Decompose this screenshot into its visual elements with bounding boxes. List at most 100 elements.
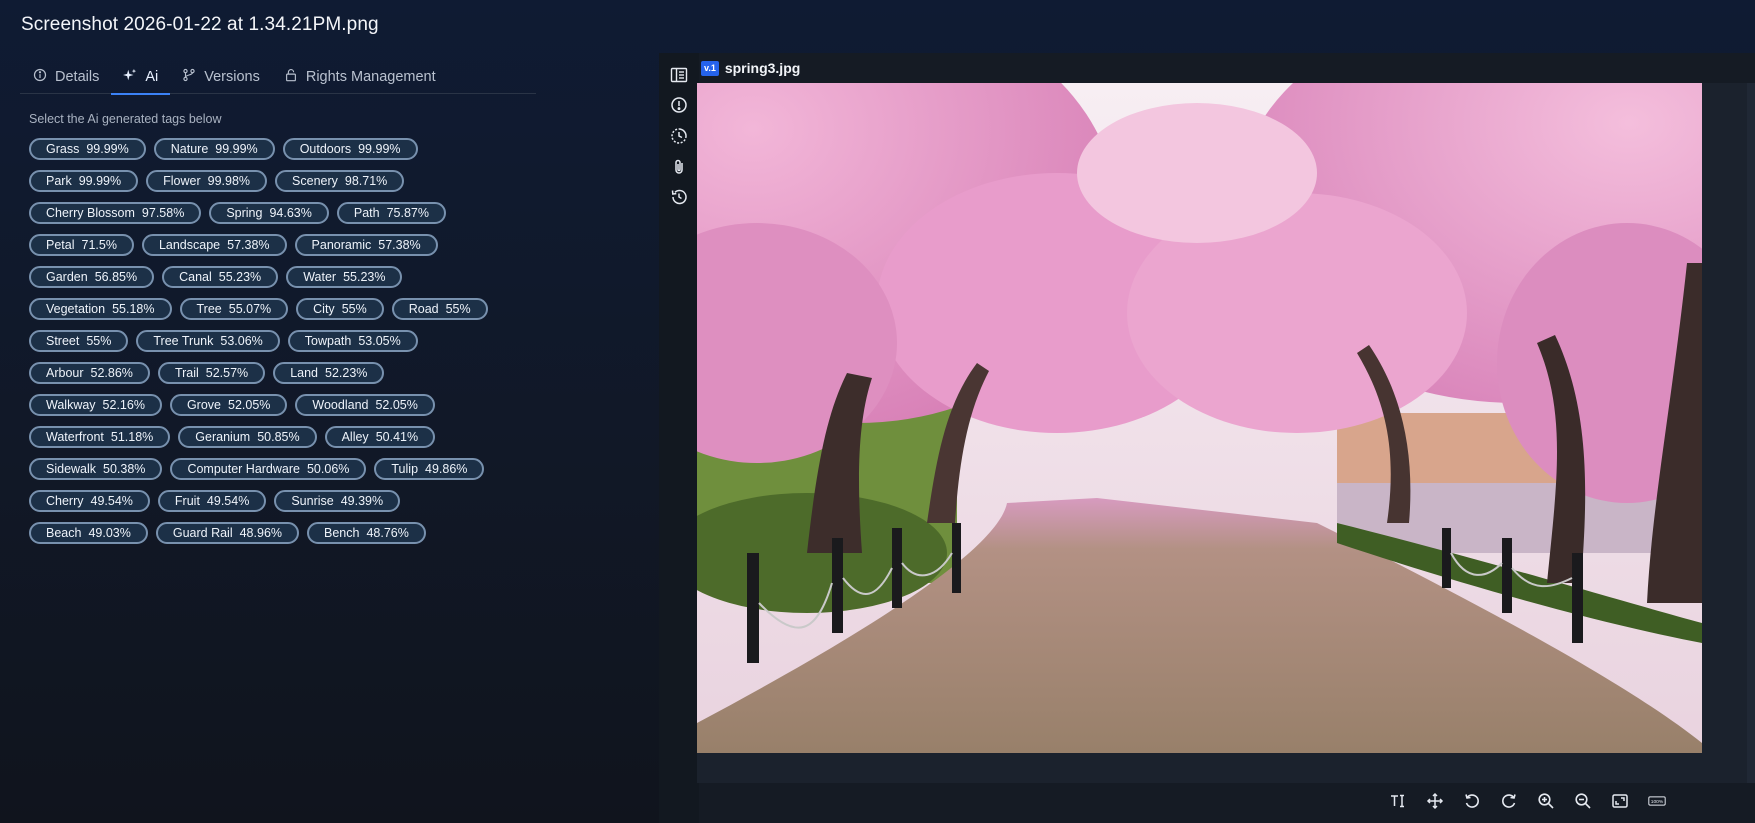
tag-confidence: 53.05% xyxy=(358,334,401,348)
tag-confidence: 49.86% xyxy=(425,462,468,476)
viewer-toolbar: 100% xyxy=(1386,789,1669,813)
ai-tag-chip[interactable]: Tulip 49.86% xyxy=(374,458,485,480)
rotate-left-icon[interactable] xyxy=(1460,789,1484,813)
tag-confidence: 49.03% xyxy=(88,526,131,540)
tag-label: Fruit xyxy=(174,494,200,508)
ai-tag-list: Grass 99.99% Nature 99.99% Outdoors 99.99% Par… xyxy=(29,138,509,554)
tag-label: Arbour xyxy=(46,366,84,380)
tag-confidence: 52.05% xyxy=(228,398,271,412)
tag-label: City xyxy=(313,302,335,316)
tag-confidence: 50.85% xyxy=(257,430,300,444)
ai-tag-chip[interactable]: Road 55% xyxy=(391,298,488,320)
tag-label: Nature xyxy=(170,142,209,156)
zoom-out-icon[interactable] xyxy=(1571,789,1595,813)
ai-tag-chip[interactable]: Sidewalk 50.38% xyxy=(29,458,163,480)
tag-label: Waterfront xyxy=(46,430,104,444)
info-icon xyxy=(33,68,47,86)
info-icon[interactable] xyxy=(670,96,688,114)
ai-tag-chip[interactable]: Panoramic 57.38% xyxy=(294,234,438,256)
ai-tag-chip[interactable]: Geranium 50.85% xyxy=(178,426,317,448)
tag-label: Walkway xyxy=(46,398,96,412)
viewer-side-toolbar xyxy=(659,53,699,823)
ai-tag-chip[interactable]: Landscape 57.38% xyxy=(141,234,287,256)
ai-tag-chip[interactable]: City 55% xyxy=(296,298,384,320)
actual-size-icon[interactable]: 100% xyxy=(1645,789,1669,813)
ai-tag-chip[interactable]: Canal 55.23% xyxy=(162,266,279,288)
tab-details[interactable]: Details xyxy=(20,60,111,94)
ai-tag-chip[interactable]: Walkway 52.16% xyxy=(29,394,162,416)
ai-tag-chip[interactable]: Guard Rail 48.96% xyxy=(155,522,300,544)
ai-tag-chip[interactable]: Grove 52.05% xyxy=(169,394,288,416)
ai-tag-chip[interactable]: Spring 94.63% xyxy=(209,202,329,224)
tag-label: Tulip xyxy=(391,462,419,476)
ai-tag-chip[interactable]: Garden 56.85% xyxy=(29,266,155,288)
tag-confidence: 52.86% xyxy=(90,366,133,380)
ai-tag-chip[interactable]: Scenery 98.71% xyxy=(275,170,405,192)
ai-tag-chip[interactable]: Water 55.23% xyxy=(286,266,403,288)
tag-confidence: 52.05% xyxy=(375,398,418,412)
lock-icon xyxy=(284,68,298,86)
tag-row: Cherry Blossom 97.58% Spring 94.63% Path 75.8… xyxy=(29,202,509,224)
tag-label: Spring xyxy=(226,206,263,220)
tag-confidence: 50.06% xyxy=(306,462,350,476)
version-badge: v.1 xyxy=(701,60,719,76)
tag-label: Outdoors xyxy=(299,142,352,156)
tag-confidence: 49.54% xyxy=(206,494,250,508)
attachment-icon[interactable] xyxy=(670,158,688,176)
ai-tag-chip[interactable]: Arbour 52.86% xyxy=(29,362,150,384)
ai-tag-chip[interactable]: Vegetation 55.18% xyxy=(29,298,172,320)
ai-tag-chip[interactable]: Grass 99.99% xyxy=(29,138,146,160)
ai-tag-chip[interactable]: Alley 50.41% xyxy=(324,426,436,448)
ai-tag-chip[interactable]: Tree Trunk 53.06% xyxy=(136,330,280,352)
ai-tag-chip[interactable]: Path 75.87% xyxy=(336,202,446,224)
ai-tag-chip[interactable]: Nature 99.99% xyxy=(153,138,275,160)
tag-confidence: 49.54% xyxy=(90,494,133,508)
zoom-in-icon[interactable] xyxy=(1534,789,1558,813)
tag-label: Alley xyxy=(341,430,369,444)
ai-tag-chip[interactable]: Flower 99.98% xyxy=(146,170,268,192)
ai-tag-chip[interactable]: Woodland 52.05% xyxy=(295,394,435,416)
ai-tag-chip[interactable]: Bench 48.76% xyxy=(307,522,426,544)
tag-label: Panoramic xyxy=(311,238,372,252)
tag-row: Petal 71.5% Landscape 57.38% Panoramic 57.38% xyxy=(29,234,509,256)
tab-ai[interactable]: Ai xyxy=(111,60,171,95)
rotate-right-icon[interactable] xyxy=(1497,789,1521,813)
tab-rights-management[interactable]: Rights Management xyxy=(272,60,448,94)
ai-tag-chip[interactable]: Computer Hardware 50.06% xyxy=(170,458,367,480)
history-clock-icon[interactable] xyxy=(670,127,688,145)
tag-label: Scenery xyxy=(292,174,338,188)
ai-tag-chip[interactable]: Land 52.23% xyxy=(273,362,385,384)
ai-tag-chip[interactable]: Park 99.99% xyxy=(29,170,139,192)
image-canvas xyxy=(697,83,1755,783)
ai-tag-chip[interactable]: Cherry 49.54% xyxy=(29,490,150,512)
sidebar-panel-icon[interactable] xyxy=(670,66,688,84)
ai-tag-chip[interactable]: Outdoors 99.99% xyxy=(282,138,418,160)
tag-label: Tree xyxy=(196,302,222,316)
tag-label: Landscape xyxy=(158,238,221,252)
tag-label: Land xyxy=(290,366,318,380)
ai-tag-chip[interactable]: Waterfront 51.18% xyxy=(29,426,171,448)
ai-tag-chip[interactable]: Beach 49.03% xyxy=(29,522,148,544)
ai-tag-chip[interactable]: Fruit 49.54% xyxy=(157,490,267,512)
ai-tag-chip[interactable]: Sunrise 49.39% xyxy=(274,490,401,512)
fit-screen-icon[interactable] xyxy=(1608,789,1632,813)
tag-row: Beach 49.03% Guard Rail 48.96% Bench 48.76% xyxy=(29,522,509,544)
ai-tag-chip[interactable]: Towpath 53.05% xyxy=(287,330,418,352)
tab-versions[interactable]: Versions xyxy=(170,60,272,94)
ai-tag-chip[interactable]: Cherry Blossom 97.58% xyxy=(29,202,202,224)
restore-icon[interactable] xyxy=(670,188,688,206)
preview-image[interactable] xyxy=(697,83,1702,753)
ai-tag-chip[interactable]: Tree 55.07% xyxy=(179,298,289,320)
ai-tag-chip[interactable]: Street 55% xyxy=(29,330,129,352)
tag-label: Street xyxy=(46,334,80,348)
ai-tag-chip[interactable]: Trail 52.57% xyxy=(157,362,266,384)
tag-confidence: 94.63% xyxy=(269,206,312,220)
move-icon[interactable] xyxy=(1423,789,1447,813)
tag-label: Woodland xyxy=(312,398,369,412)
vertical-scrollbar[interactable] xyxy=(1747,83,1755,783)
text-cursor-icon[interactable] xyxy=(1386,789,1410,813)
file-header: v.1 spring3.jpg xyxy=(701,59,800,77)
tag-confidence: 55.18% xyxy=(112,302,155,316)
ai-tag-chip[interactable]: Petal 71.5% xyxy=(29,234,134,256)
tag-confidence: 50.41% xyxy=(375,430,419,444)
